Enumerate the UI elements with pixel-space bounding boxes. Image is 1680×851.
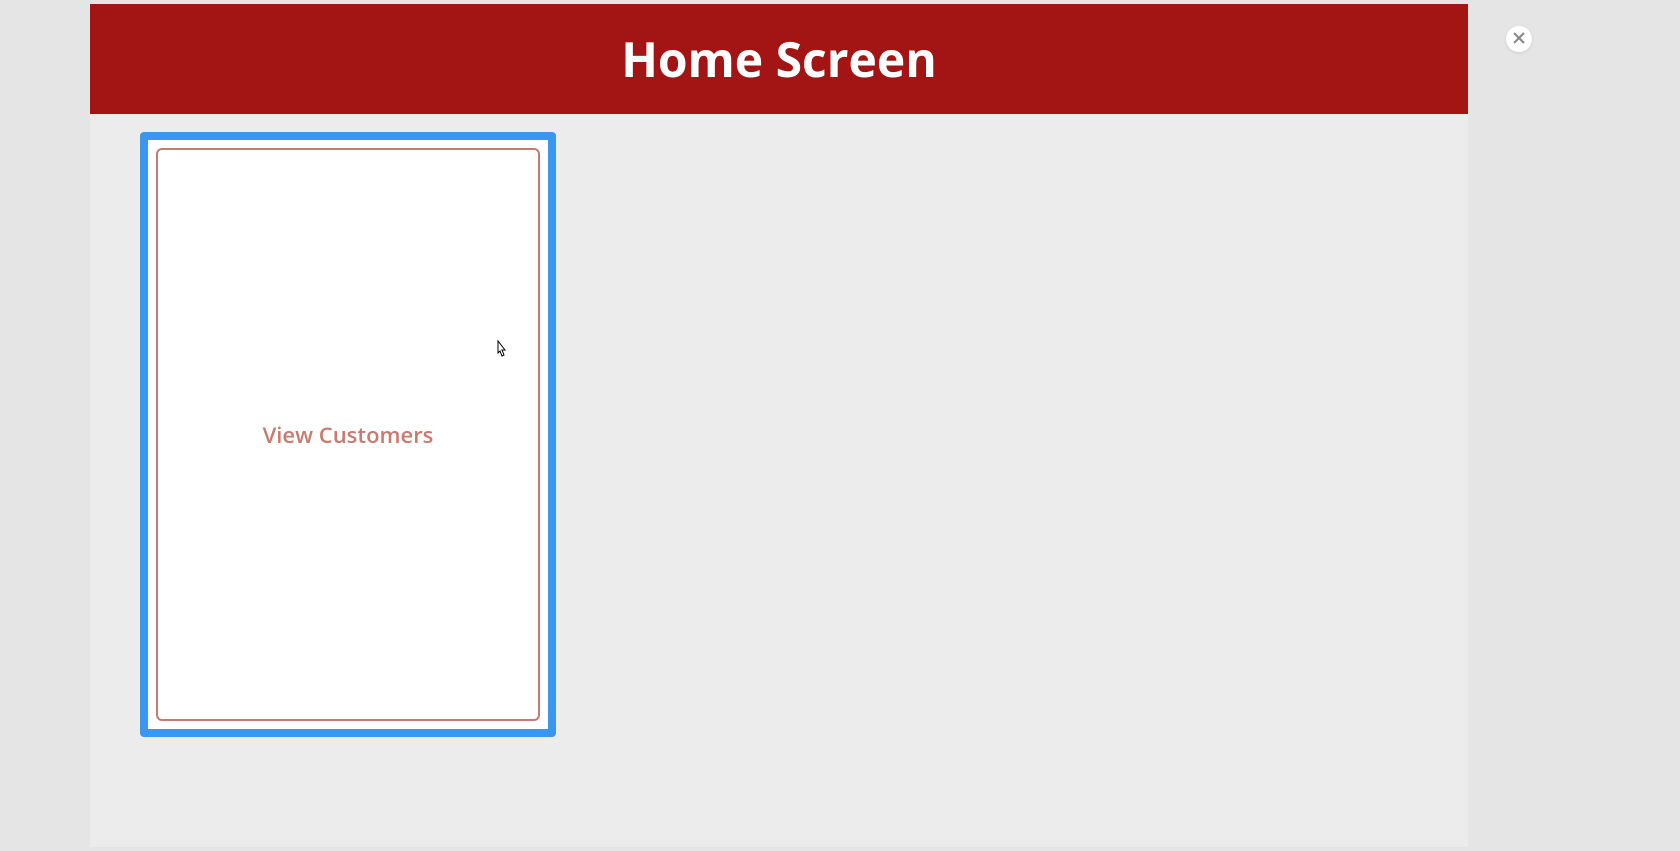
content-area: View Customers [90, 114, 1468, 755]
view-customers-card[interactable]: View Customers [140, 132, 556, 737]
card-label: View Customers [263, 420, 434, 450]
card-inner: View Customers [156, 148, 540, 721]
header-bar: Home Screen [90, 4, 1468, 114]
page-container: Home Screen View Customers [90, 4, 1468, 847]
page-title: Home Screen [621, 27, 937, 92]
close-icon [1512, 28, 1526, 50]
close-button[interactable] [1506, 26, 1532, 52]
